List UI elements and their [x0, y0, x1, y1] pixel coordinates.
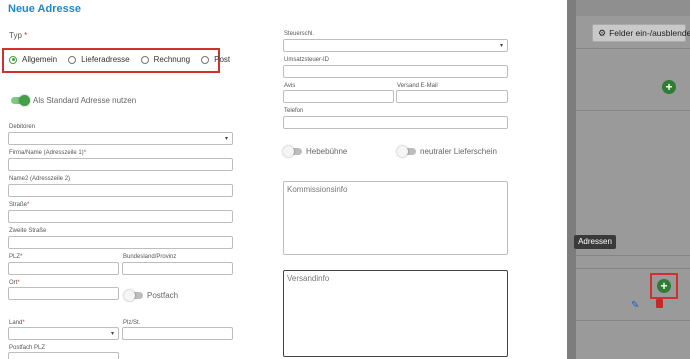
- postfach-label: Postfach: [147, 291, 179, 300]
- steuerschl-label: Steuerschl.: [284, 31, 315, 37]
- kommissionsinfo-placeholder: Kommissionsinfo: [287, 185, 348, 194]
- standard-address-label: Als Standard Adresse nutzen: [33, 96, 137, 105]
- strasse-input[interactable]: [8, 210, 233, 223]
- divider: [576, 255, 690, 256]
- radio-allgemein[interactable]: Allgemein: [9, 55, 57, 64]
- name2-input[interactable]: [8, 184, 233, 197]
- divider: [576, 320, 690, 321]
- zweite-strasse-label: Zweite Straße: [9, 228, 47, 234]
- postfach-plz-input[interactable]: [8, 352, 119, 359]
- versandinfo-placeholder: Versandinfo: [287, 274, 330, 283]
- postfach-toggle[interactable]: [124, 290, 143, 301]
- radio-indicator[interactable]: [140, 55, 149, 64]
- firma-input[interactable]: [8, 158, 233, 171]
- toggle-fields-label: Felder ein-/ausblenden: [609, 28, 690, 38]
- kommissionsinfo-textarea[interactable]: Kommissionsinfo: [283, 181, 508, 255]
- telefon-input[interactable]: [283, 116, 508, 129]
- typ-label: Typ *: [9, 31, 28, 40]
- toggle-fields-button[interactable]: ⚙ Felder ein-/ausblenden: [592, 24, 690, 42]
- zweite-strasse-input[interactable]: [8, 236, 233, 249]
- versand-email-label: Versand E-Mail: [397, 83, 438, 89]
- neutral-lieferschein-toggle[interactable]: [397, 146, 416, 157]
- telefon-label: Telefon: [284, 108, 304, 114]
- typ-radio-group: Allgemein Lieferadresse Rechnung Post: [9, 55, 241, 64]
- ust-input[interactable]: [283, 65, 508, 78]
- hebebuehne-toggle[interactable]: [283, 146, 302, 157]
- debitoren-select[interactable]: ▾: [8, 132, 233, 145]
- land-label: Land*: [9, 320, 25, 326]
- plz-input[interactable]: [8, 262, 119, 275]
- new-address-dialog: Neue Adresse Typ * Allgemein Lieferadres…: [0, 0, 567, 359]
- steuerschl-select[interactable]: ▾: [283, 39, 508, 52]
- avis-input[interactable]: [283, 90, 394, 103]
- divider: [576, 48, 690, 49]
- caret-down-icon: ▾: [499, 43, 503, 49]
- plus-icon: +: [660, 279, 668, 293]
- neutral-lieferschein-label: neutraler Lieferschein: [420, 147, 497, 156]
- radio-post[interactable]: Post: [201, 55, 230, 64]
- dialog-title: Neue Adresse: [8, 3, 81, 15]
- radio-indicator[interactable]: [68, 55, 77, 64]
- add-address-button[interactable]: +: [657, 279, 671, 293]
- caret-down-icon: ▾: [224, 136, 228, 142]
- radio-indicator[interactable]: [9, 55, 17, 64]
- overlay-scrollbar[interactable]: [567, 0, 576, 359]
- bundesland-label: Bundesland/Provinz: [123, 254, 177, 260]
- divider: [576, 268, 690, 269]
- plzst-input[interactable]: [122, 327, 233, 340]
- tooltip-adressen: Adressen: [574, 235, 616, 249]
- plzst-label: Plz/St.: [123, 320, 141, 326]
- standard-address-toggle[interactable]: [11, 95, 30, 106]
- versand-email-input[interactable]: [396, 90, 508, 103]
- avis-label: Avis: [284, 83, 296, 89]
- ust-label: Umsatzsteuer-ID: [284, 57, 330, 63]
- bundesland-input[interactable]: [122, 262, 233, 275]
- delete-icon[interactable]: [656, 299, 663, 308]
- postfach-plz-label: Postfach PLZ: [9, 345, 46, 351]
- divider: [576, 110, 690, 111]
- radio-indicator[interactable]: [201, 55, 210, 64]
- firma-label: Firma/Name (Adresszeile 1)*: [9, 150, 87, 156]
- ort-input[interactable]: [8, 287, 119, 300]
- edit-icon[interactable]: ✎: [631, 300, 639, 311]
- radio-rechnung[interactable]: Rechnung: [140, 55, 190, 64]
- gear-icon: ⚙: [598, 27, 607, 38]
- strasse-label: Straße*: [9, 202, 30, 208]
- land-select[interactable]: ▾: [8, 327, 119, 340]
- plus-icon: +: [665, 80, 673, 94]
- debitoren-label: Debitoren: [9, 124, 36, 130]
- versandinfo-textarea[interactable]: Versandinfo: [283, 270, 508, 357]
- name2-label: Name2 (Adresszeile 2): [9, 176, 71, 182]
- ort-label: Ort*: [9, 280, 20, 286]
- plz-label: PLZ*: [9, 254, 23, 260]
- radio-lieferadresse[interactable]: Lieferadresse: [68, 55, 130, 64]
- add-button[interactable]: +: [662, 80, 676, 94]
- caret-down-icon: ▾: [110, 331, 114, 337]
- hebebuehne-label: Hebebühne: [306, 147, 348, 156]
